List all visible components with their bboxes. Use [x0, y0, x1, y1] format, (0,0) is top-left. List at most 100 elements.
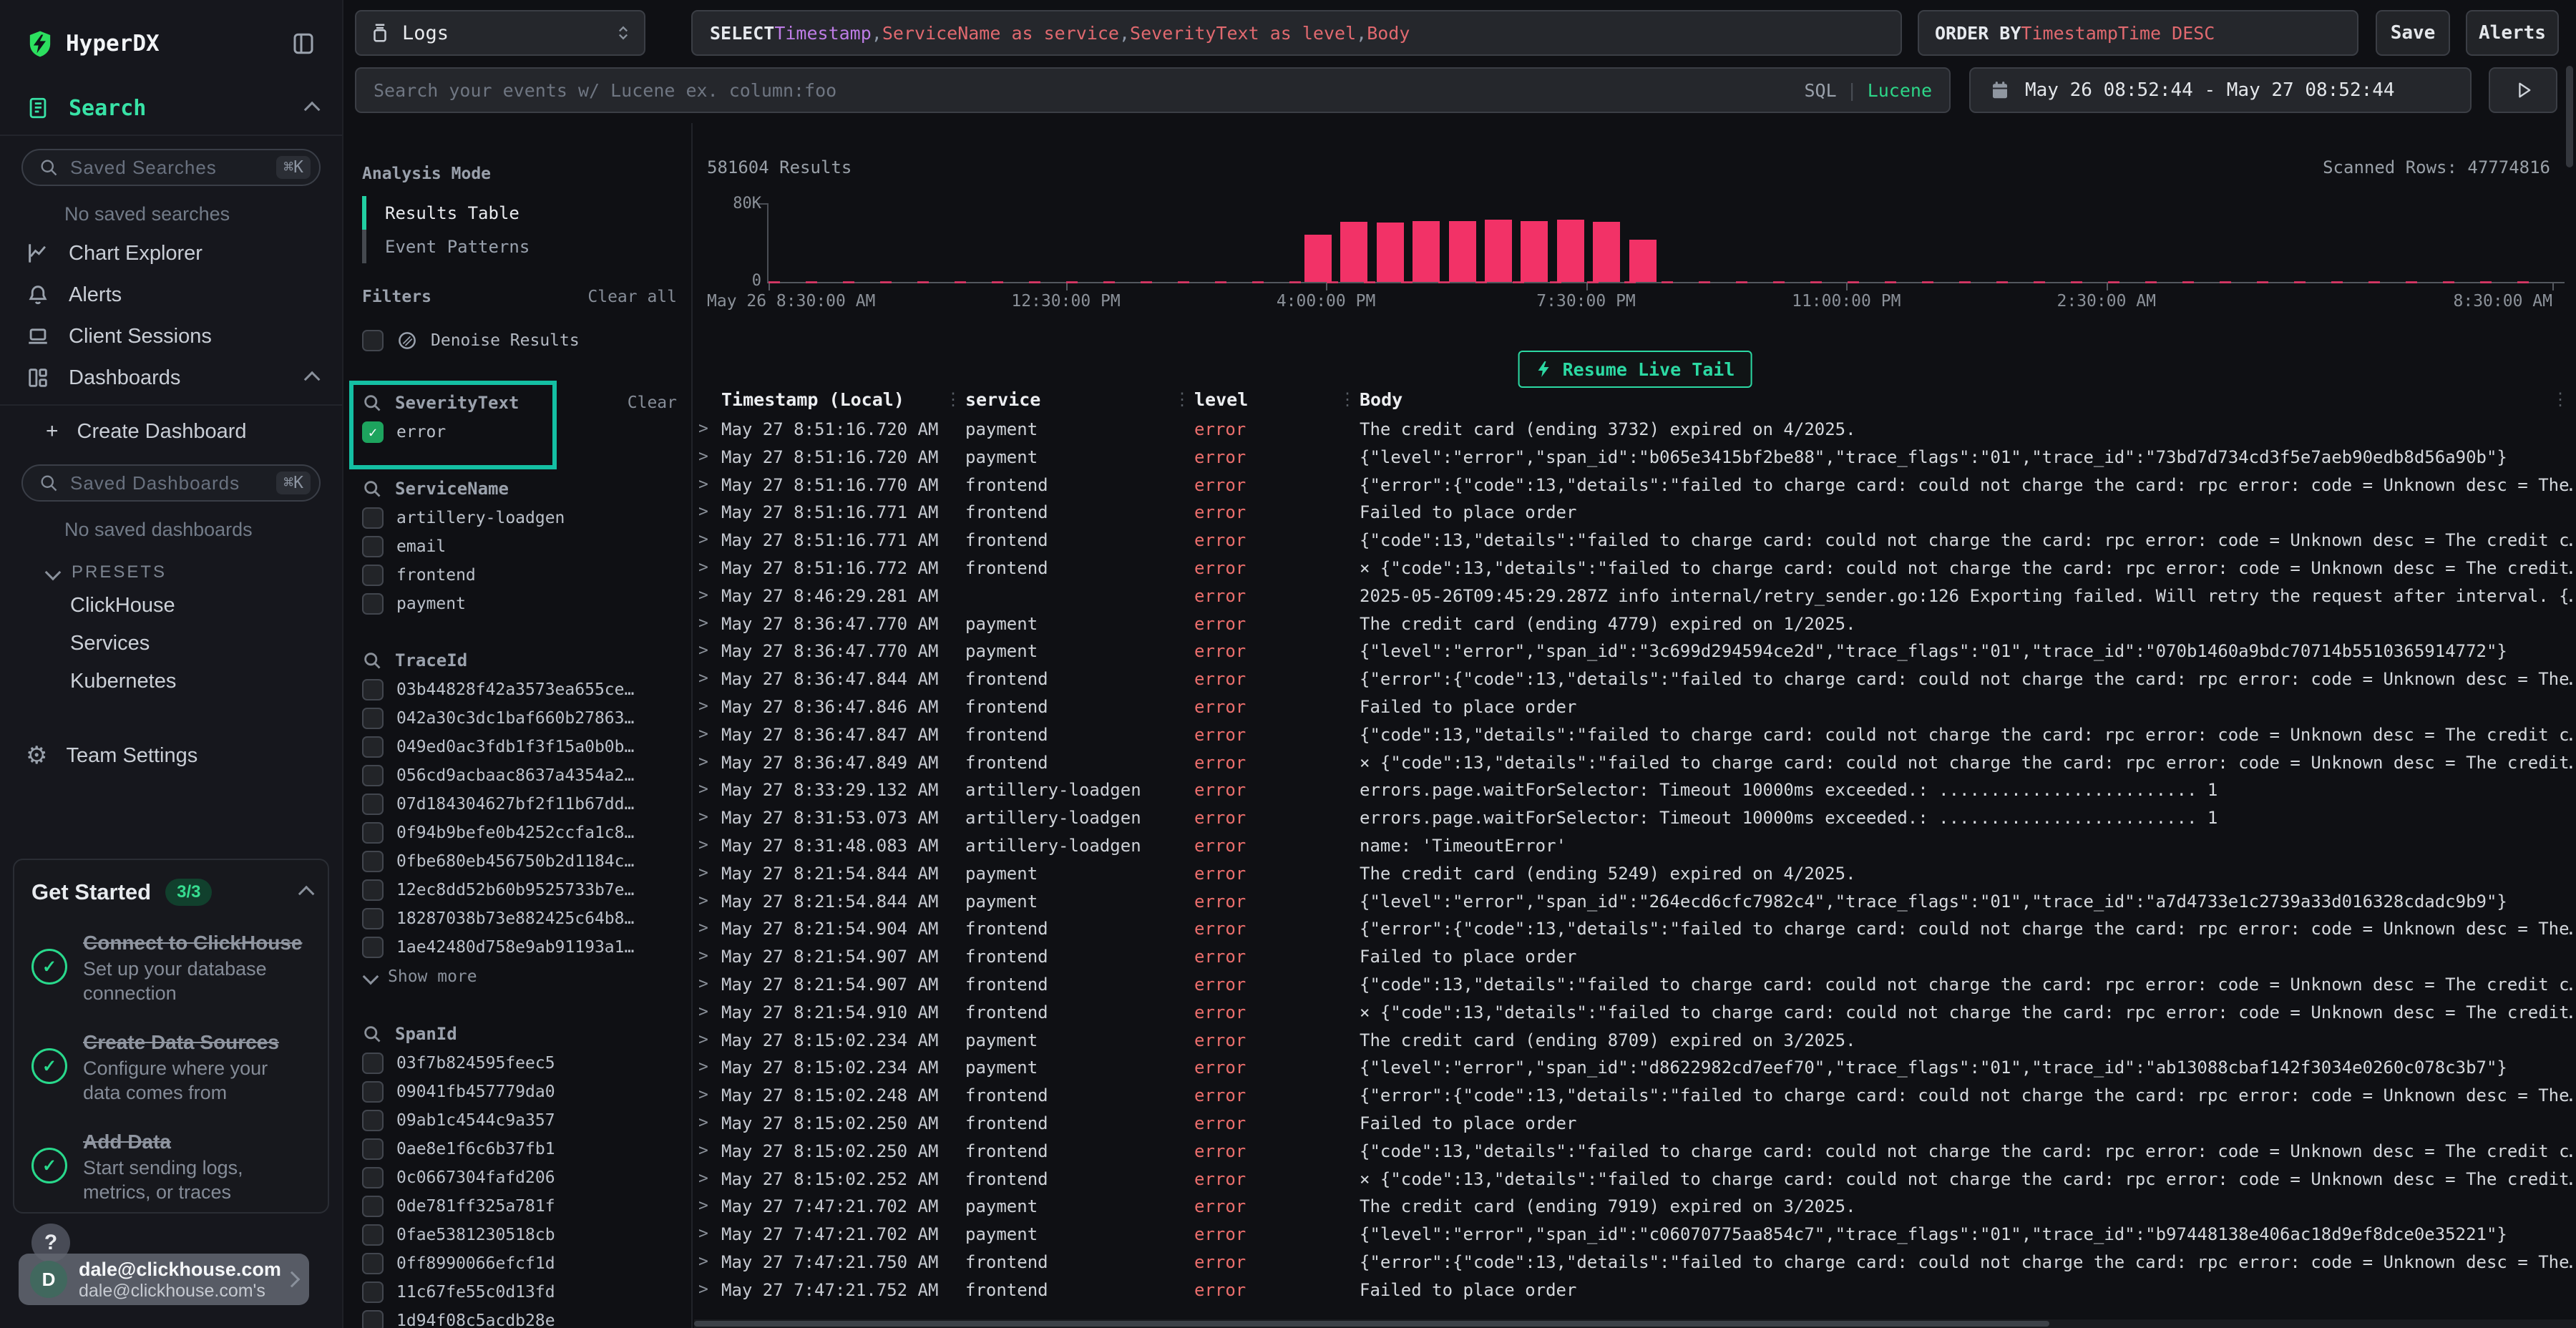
filter-checkbox[interactable] [362, 1310, 384, 1328]
filter-checkbox[interactable] [362, 851, 384, 872]
table-row[interactable]: >May 27 8:31:48.083 AMartillery-loadgene… [694, 836, 2576, 864]
filter-checkbox[interactable] [362, 822, 384, 844]
expand-row-chevron-icon[interactable]: > [698, 780, 708, 799]
collapse-sidebar-icon[interactable] [291, 31, 316, 57]
alerts-button[interactable]: Alerts [2466, 10, 2559, 56]
expand-row-chevron-icon[interactable]: > [698, 1141, 708, 1160]
filter-value-row[interactable]: 12ec8dd52b60b9525733b7e… [362, 876, 677, 904]
table-row[interactable]: >May 27 8:15:02.250 AMfrontenderror{"cod… [694, 1141, 2576, 1169]
vertical-scrollbar-thumb[interactable] [2566, 66, 2573, 167]
filter-value-row[interactable]: 049ed0ac3fdb1f3f15a0b0b… [362, 733, 677, 761]
expand-row-chevron-icon[interactable]: > [698, 1196, 708, 1215]
table-row[interactable]: >May 27 8:21:54.844 AMpaymenterror{"leve… [694, 892, 2576, 919]
expand-row-chevron-icon[interactable]: > [698, 697, 708, 716]
histogram-bar[interactable] [1340, 222, 1367, 282]
filter-checkbox[interactable] [362, 565, 384, 586]
filter-checkbox[interactable] [362, 593, 384, 615]
expand-row-chevron-icon[interactable]: > [698, 947, 708, 965]
table-row[interactable]: >May 27 8:36:47.846 AMfrontenderrorFaile… [694, 697, 2576, 725]
sidebar-item-search[interactable]: Search [0, 87, 342, 129]
table-row[interactable]: >May 27 7:47:21.702 AMpaymenterror{"leve… [694, 1224, 2576, 1252]
filter-value-row[interactable]: 0de781ff325a781f [362, 1192, 677, 1221]
filter-value-row[interactable]: 056cd9acbaac8637a4354a2… [362, 761, 677, 790]
filter-value-row[interactable]: 09ab1c4544c9a357 [362, 1106, 677, 1135]
filter-value-row[interactable]: 0ae8e1f6c6b37fb1 [362, 1135, 677, 1163]
filter-value-row[interactable]: 0f94b9befe0b4252ccfa1c8… [362, 819, 677, 847]
table-row[interactable]: >May 27 8:36:47.770 AMpaymenterror{"leve… [694, 641, 2576, 669]
denoise-results-row[interactable]: Denoise Results [362, 325, 677, 356]
get-started-item[interactable]: ✓Create Data SourcesConfigure where your… [31, 1030, 311, 1105]
show-more-button[interactable]: Show more [362, 962, 677, 992]
filter-clear-button[interactable]: Clear [628, 394, 677, 412]
sidebar-item-team-settings[interactable]: ⚙ Team Settings [0, 735, 342, 776]
create-dashboard-button[interactable]: + Create Dashboard [0, 411, 342, 451]
saved-searches-input[interactable]: Saved Searches ⌘K [21, 149, 321, 186]
expand-row-chevron-icon[interactable]: > [698, 1113, 708, 1132]
table-row[interactable]: >May 27 8:15:02.234 AMpaymenterror{"leve… [694, 1058, 2576, 1085]
table-row[interactable]: >May 27 8:15:02.234 AMpaymenterrorThe cr… [694, 1030, 2576, 1058]
column-header-timestamp[interactable]: Timestamp (Local) [721, 389, 904, 410]
expand-row-chevron-icon[interactable]: > [698, 864, 708, 882]
expand-row-chevron-icon[interactable]: > [698, 530, 708, 549]
save-button[interactable]: Save [2376, 10, 2450, 56]
table-row[interactable]: >May 27 8:51:16.770 AMfrontenderror{"err… [694, 475, 2576, 503]
filter-value-row[interactable]: frontend [362, 561, 677, 590]
expand-row-chevron-icon[interactable]: > [698, 919, 708, 937]
expand-row-chevron-icon[interactable]: > [698, 1224, 708, 1243]
expand-row-chevron-icon[interactable]: > [698, 753, 708, 771]
table-row[interactable]: >May 27 8:36:47.849 AMfrontenderror× {"c… [694, 753, 2576, 781]
column-resize-handle-icon[interactable]: ⋮ [945, 389, 962, 409]
filter-checkbox[interactable] [362, 1053, 384, 1074]
expand-row-chevron-icon[interactable]: > [698, 808, 708, 826]
histogram-bar[interactable] [1521, 221, 1548, 282]
filter-checkbox[interactable] [362, 736, 384, 758]
filter-value-row[interactable]: 1d94f08c5acdb28e [362, 1307, 677, 1328]
clear-all-button[interactable]: Clear all [587, 288, 677, 306]
filter-value-row[interactable]: artillery-loadgen [362, 504, 677, 532]
filter-checkbox[interactable] [362, 536, 384, 557]
histogram-bar[interactable] [1593, 222, 1620, 282]
histogram-bar[interactable] [1304, 235, 1332, 282]
saved-dashboards-input[interactable]: Saved Dashboards ⌘K [21, 464, 321, 502]
filter-value-row[interactable]: 07d184304627bf2f11b67dd… [362, 790, 677, 819]
presets-toggle[interactable]: PRESETS [0, 548, 342, 587]
source-select[interactable]: Logs [355, 10, 645, 56]
histogram-bar[interactable] [1449, 221, 1476, 282]
resume-live-tail-button[interactable]: Resume Live Tail [1518, 351, 1752, 388]
sidebar-item-alerts[interactable]: Alerts [0, 274, 342, 316]
mode-results-table[interactable]: Results Table [362, 196, 677, 230]
filter-checkbox[interactable] [362, 794, 384, 815]
expand-row-chevron-icon[interactable]: > [698, 1252, 708, 1271]
sql-mode-toggle[interactable]: SQL [1804, 80, 1836, 101]
column-options-icon[interactable]: ⋮ [2552, 389, 2569, 409]
table-row[interactable]: >May 27 8:51:16.720 AMpaymenterror{"leve… [694, 447, 2576, 475]
filter-value-row[interactable]: 09041fb457779da0 [362, 1078, 677, 1106]
expand-row-chevron-icon[interactable]: > [698, 558, 708, 577]
table-row[interactable]: >May 27 8:33:29.132 AMartillery-loadgene… [694, 780, 2576, 808]
sidebar-item-chart-explorer[interactable]: Chart Explorer [0, 233, 342, 274]
expand-row-chevron-icon[interactable]: > [698, 1002, 708, 1021]
order-by-input[interactable]: ORDER BY TimestampTime DESC [1918, 10, 2358, 56]
filter-value-row[interactable]: 042a30c3dc1baf660b27863… [362, 704, 677, 733]
filter-checkbox[interactable] [362, 708, 384, 729]
table-row[interactable]: >May 27 8:31:53.073 AMartillery-loadgene… [694, 808, 2576, 836]
filter-value-row[interactable]: 03b44828f42a3573ea655ce… [362, 675, 677, 704]
expand-row-chevron-icon[interactable]: > [698, 419, 708, 438]
filter-checkbox[interactable]: ✓ [362, 421, 384, 443]
filter-checkbox[interactable] [362, 1253, 384, 1274]
filter-value-row[interactable]: 18287038b73e882425c64b8… [362, 904, 677, 933]
filter-checkbox[interactable] [362, 679, 384, 700]
lucene-mode-toggle[interactable]: Lucene [1868, 80, 1932, 101]
histogram[interactable] [769, 203, 2552, 282]
filter-value-row[interactable]: ✓error [362, 418, 677, 446]
chevron-up-icon[interactable] [298, 886, 315, 902]
filter-value-row[interactable]: email [362, 532, 677, 561]
preset-clickhouse[interactable]: ClickHouse [0, 587, 342, 625]
table-row[interactable]: >May 27 8:15:02.248 AMfrontenderror{"err… [694, 1085, 2576, 1113]
column-header-service[interactable]: service [965, 389, 1040, 410]
preset-kubernetes[interactable]: Kubernetes [0, 663, 342, 700]
filter-value-row[interactable]: 1ae42480d758e9ab91193a1… [362, 933, 677, 962]
sql-select-input[interactable]: SELECT Timestamp, ServiceName as service… [691, 10, 1902, 56]
filter-checkbox[interactable] [362, 1224, 384, 1246]
table-row[interactable]: >May 27 8:51:16.772 AMfrontenderror× {"c… [694, 558, 2576, 586]
